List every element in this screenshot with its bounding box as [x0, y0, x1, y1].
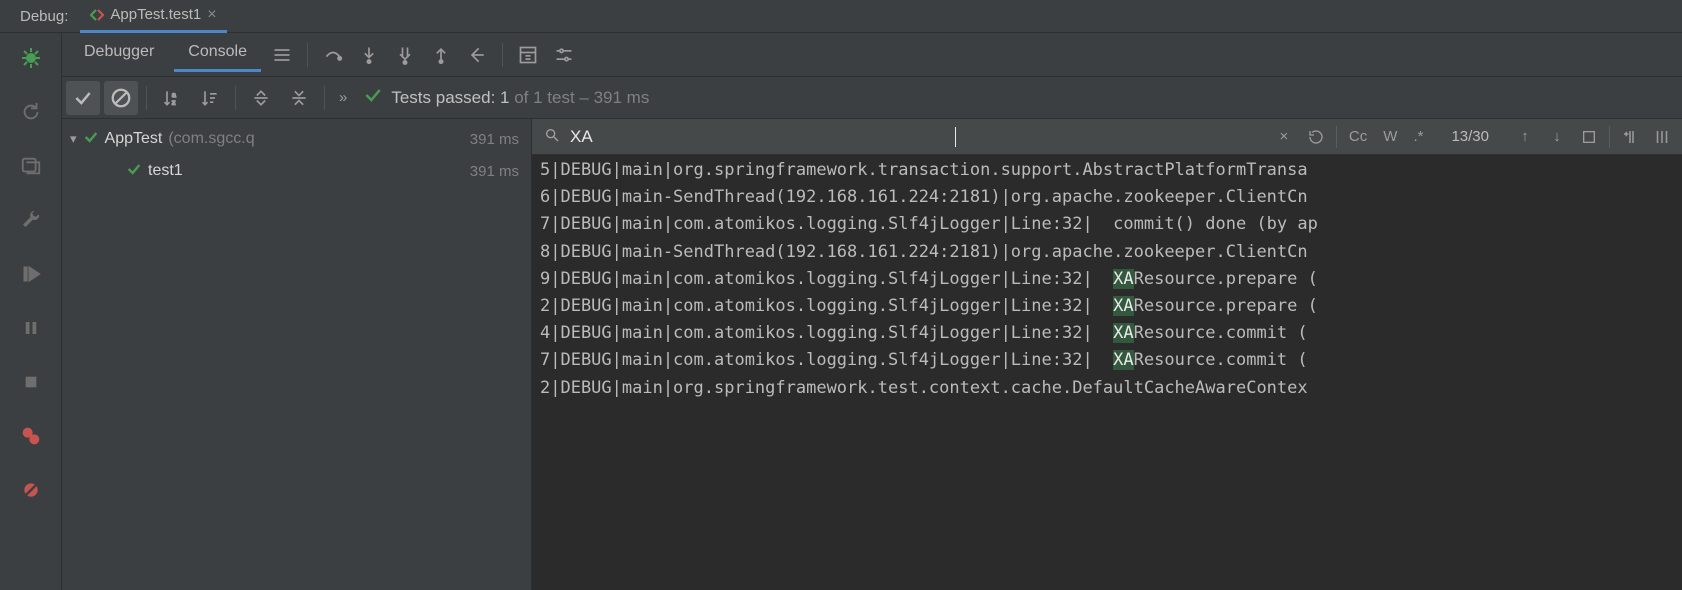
pause-icon[interactable] — [16, 313, 46, 343]
step-out-icon[interactable] — [426, 40, 456, 70]
check-icon — [126, 161, 142, 182]
log-line: 8|DEBUG|main-SendThread(192.168.161.224:… — [540, 239, 1682, 266]
tree-root-name: AppTest — [105, 130, 163, 148]
clear-search-icon[interactable]: × — [1270, 123, 1298, 151]
tab-label: AppTest.test1 — [110, 6, 201, 23]
rerun-icon[interactable] — [16, 97, 46, 127]
log-line: 5|DEBUG|main|org.springframework.transac… — [540, 157, 1682, 184]
svg-text:a: a — [172, 92, 176, 99]
settings-sliders-icon[interactable] — [549, 40, 579, 70]
log-line: 7|DEBUG|main|com.atomikos.logging.Slf4jL… — [540, 211, 1682, 238]
regex-button[interactable]: .* — [1407, 128, 1429, 145]
view-breakpoints-icon[interactable] — [16, 421, 46, 451]
wrench-icon[interactable] — [16, 205, 46, 235]
console-search-bar: × Cc W .* 13/30 ↑ ↓ — [532, 119, 1682, 155]
mute-breakpoints-icon[interactable] — [16, 475, 46, 505]
sort-duration-icon[interactable] — [193, 81, 227, 115]
tree-child-row[interactable]: test1 391 ms — [62, 155, 531, 187]
filter-occurrences-icon[interactable] — [1648, 123, 1676, 151]
debug-label: Debug: — [0, 8, 80, 25]
show-passed-button[interactable] — [66, 81, 100, 115]
select-all-icon[interactable] — [1575, 123, 1603, 151]
log-line: 4|DEBUG|main|com.atomikos.logging.Slf4jL… — [540, 320, 1682, 347]
log-line: 2|DEBUG|main|com.atomikos.logging.Slf4jL… — [540, 293, 1682, 320]
text-caret — [955, 127, 956, 147]
log-line: 7|DEBUG|main|com.atomikos.logging.Slf4jL… — [540, 347, 1682, 374]
prev-match-icon[interactable]: ↑ — [1511, 123, 1539, 151]
tab-console[interactable]: Console — [174, 37, 261, 72]
expand-all-icon[interactable] — [244, 81, 278, 115]
show-ignored-button[interactable] — [104, 81, 138, 115]
force-step-into-icon[interactable] — [390, 40, 420, 70]
evaluate-icon[interactable] — [513, 40, 543, 70]
tab-apptest-test1[interactable]: AppTest.test1 × — [80, 0, 226, 33]
step-over-icon[interactable] — [318, 40, 348, 70]
stop-icon[interactable] — [16, 367, 46, 397]
resume-icon[interactable] — [16, 259, 46, 289]
double-chevron-icon[interactable]: » — [333, 89, 353, 106]
close-icon[interactable]: × — [207, 6, 216, 24]
history-icon[interactable] — [1302, 123, 1330, 151]
debug-icon[interactable] — [16, 43, 46, 73]
tree-root-qual: (com.sgcc.q — [168, 130, 254, 148]
add-selection-icon[interactable] — [1616, 123, 1644, 151]
match-case-button[interactable]: Cc — [1343, 128, 1373, 145]
tree-child-name: test1 — [148, 162, 183, 180]
tree-root-row[interactable]: ▾ AppTest (com.sgcc.q 391 ms — [62, 123, 531, 155]
drop-frame-icon[interactable] — [462, 40, 492, 70]
words-button[interactable]: W — [1377, 128, 1403, 145]
test-tree: ▾ AppTest (com.sgcc.q 391 ms test1 391 m… — [62, 119, 532, 590]
chevron-down-icon[interactable]: ▾ — [70, 131, 77, 147]
log-line: 6|DEBUG|main-SendThread(192.168.161.224:… — [540, 184, 1682, 211]
check-icon — [363, 85, 383, 110]
check-icon — [83, 129, 99, 150]
console-log[interactable]: 5|DEBUG|main|org.springframework.transac… — [532, 155, 1682, 590]
more-lines-icon[interactable] — [267, 40, 297, 70]
sort-alpha-icon[interactable]: az — [155, 81, 189, 115]
svg-text:z: z — [172, 99, 175, 106]
match-count: 13/30 — [1433, 128, 1507, 145]
left-tool-gutter — [0, 33, 62, 590]
tests-status: Tests passed: 1 of 1 test – 391 ms — [363, 85, 649, 110]
search-icon — [538, 127, 566, 147]
search-input[interactable] — [570, 127, 950, 147]
tree-child-time: 391 ms — [470, 163, 519, 180]
run-config-icon — [90, 8, 104, 22]
tree-root-time: 391 ms — [470, 131, 519, 148]
frames-icon[interactable] — [16, 151, 46, 181]
log-line: 2|DEBUG|main|org.springframework.test.co… — [540, 375, 1682, 402]
tab-debugger[interactable]: Debugger — [70, 37, 168, 72]
next-match-icon[interactable]: ↓ — [1543, 123, 1571, 151]
step-into-icon[interactable] — [354, 40, 384, 70]
collapse-all-icon[interactable] — [282, 81, 316, 115]
log-line: 9|DEBUG|main|com.atomikos.logging.Slf4jL… — [540, 266, 1682, 293]
